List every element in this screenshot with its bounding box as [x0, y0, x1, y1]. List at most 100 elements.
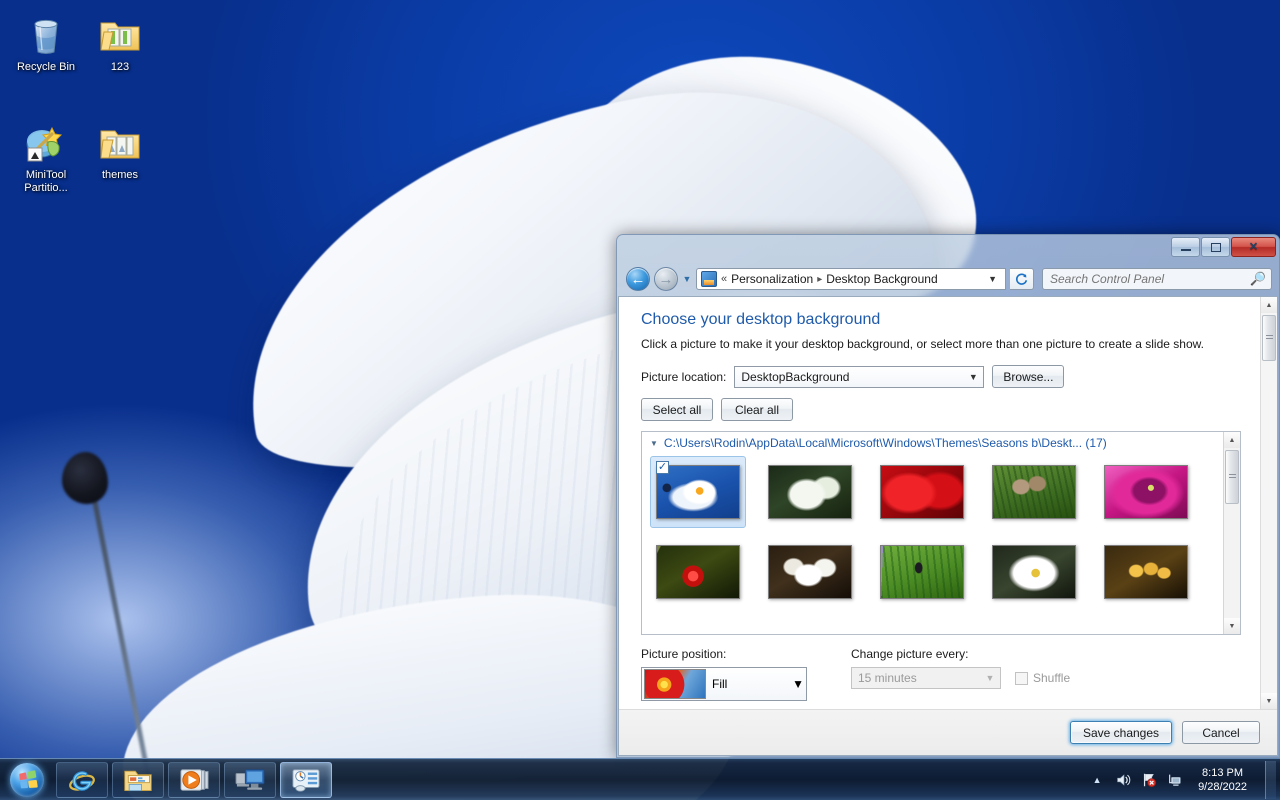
- breadcrumb-overflow[interactable]: «: [721, 273, 727, 285]
- browse-button[interactable]: Browse...: [992, 365, 1065, 388]
- desktop-icon-recycle-bin[interactable]: Recycle Bin: [8, 10, 84, 74]
- recent-pages-button[interactable]: ▼: [682, 274, 692, 284]
- refresh-icon: [1015, 273, 1028, 285]
- folder-icon: [96, 118, 144, 166]
- thumbnail-item-white-lily-dark[interactable]: [762, 456, 858, 528]
- forward-button[interactable]: →: [654, 267, 678, 291]
- thumbnail-image: [768, 545, 852, 599]
- search-input[interactable]: [1048, 271, 1250, 287]
- volume-icon[interactable]: [1114, 771, 1132, 789]
- desktop-icon-label: Recycle Bin: [16, 61, 76, 73]
- desktop-icon-123[interactable]: 123: [82, 10, 158, 74]
- personalization-icon: [701, 271, 717, 287]
- window-scrollbar-thumb[interactable]: [1262, 315, 1276, 361]
- desktop-icon-label: themes: [101, 169, 139, 181]
- control-panel-window[interactable]: ✕ ← → ▼ « Personalization ▸ Desktop Back…: [616, 234, 1280, 758]
- desktop-icon-minitool-partition[interactable]: MiniTool Partitio...: [8, 118, 84, 195]
- thumbnail-item-white-anemone-blue-sky[interactable]: ✓: [650, 456, 746, 528]
- thumbnail-image: [768, 465, 852, 519]
- page-description: Click a picture to make it your desktop …: [641, 337, 1204, 351]
- breadcrumb-item-personalization[interactable]: Personalization: [731, 272, 813, 286]
- remote-desktop-icon: [235, 768, 265, 790]
- back-button[interactable]: ←: [626, 267, 650, 291]
- chevron-down-icon[interactable]: ▼: [984, 274, 1001, 284]
- taskbar-button-windows-media-player[interactable]: [168, 761, 220, 798]
- window-scroll-down-button[interactable]: ▼: [1261, 693, 1277, 709]
- picture-position-label: Picture position:: [641, 647, 727, 661]
- minimize-button[interactable]: [1171, 237, 1200, 257]
- start-button[interactable]: [2, 761, 52, 799]
- group-header[interactable]: ▼ C:\Users\Rodin\AppData\Local\Microsoft…: [642, 432, 1240, 452]
- scroll-up-button[interactable]: ▲: [1224, 432, 1240, 448]
- chevron-down-icon: ▼: [792, 677, 804, 691]
- breadcrumb-item-desktop-background[interactable]: Desktop Background: [826, 272, 937, 286]
- cancel-button[interactable]: Cancel: [1182, 721, 1260, 744]
- scrollbar-thumb[interactable]: [1225, 450, 1239, 504]
- save-changes-button[interactable]: Save changes: [1070, 721, 1172, 744]
- thumbnail-item-red-flower-closeup[interactable]: [874, 456, 970, 528]
- network-icon[interactable]: [1166, 771, 1184, 789]
- desktop-icon-label: MiniTool Partitio...: [24, 169, 68, 194]
- thumbnail-image: [880, 545, 964, 599]
- thumbnail-scrollbar[interactable]: ▲ ▼: [1223, 432, 1240, 634]
- windows-media-player-icon: [180, 768, 209, 791]
- window-scroll-up-button[interactable]: ▲: [1261, 297, 1277, 313]
- desktop-icon-themes[interactable]: themes: [82, 118, 158, 182]
- shuffle-checkbox-row[interactable]: Shuffle: [1015, 671, 1070, 685]
- thumbnail-item-golden-mushrooms[interactable]: [1098, 536, 1194, 608]
- shuffle-label: Shuffle: [1033, 671, 1071, 685]
- group-path-label: C:\Users\Rodin\AppData\Local\Microsoft\W…: [663, 436, 1107, 450]
- thumbnail-image: [1104, 465, 1188, 519]
- breadcrumb-separator[interactable]: ▸: [817, 274, 822, 285]
- change-picture-label: Change picture every:: [851, 647, 969, 661]
- control-panel-icon: [292, 768, 320, 792]
- search-box[interactable]: 🔍: [1042, 268, 1272, 290]
- clear-all-button[interactable]: Clear all: [721, 398, 793, 421]
- thumbnail-grid[interactable]: ✓: [642, 452, 1240, 634]
- action-center-icon[interactable]: [1140, 771, 1158, 789]
- clock[interactable]: 8:13 PM 9/28/2022: [1192, 766, 1253, 794]
- picture-position-preview-icon: [644, 669, 706, 699]
- show-hidden-icons-button[interactable]: ▲: [1088, 771, 1106, 789]
- thumbnail-item-magenta-dahlia[interactable]: [1098, 456, 1194, 528]
- command-bar: Save changes Cancel: [619, 709, 1277, 755]
- thumbnail-item-white-blossom-cluster[interactable]: [762, 536, 858, 608]
- select-all-button[interactable]: Select all: [641, 398, 713, 421]
- show-desktop-button[interactable]: [1265, 760, 1276, 799]
- close-button[interactable]: ✕: [1231, 237, 1276, 257]
- taskbar-button-remote-desktop[interactable]: [224, 761, 276, 798]
- window-scrollbar[interactable]: ▲ ▼: [1260, 297, 1277, 709]
- taskbar-button-windows-explorer[interactable]: [112, 761, 164, 798]
- settings-scroll-area: Choose your desktop background Click a p…: [619, 297, 1277, 709]
- thumbnail-list-panel[interactable]: ▼ C:\Users\Rodin\AppData\Local\Microsoft…: [641, 431, 1241, 635]
- picture-location-dropdown[interactable]: DesktopBackground ▼: [734, 365, 985, 388]
- picture-location-value: DesktopBackground: [741, 369, 850, 384]
- taskbar-button-internet-explorer[interactable]: [56, 761, 108, 798]
- minimize-icon: [1180, 249, 1191, 251]
- shuffle-checkbox[interactable]: [1015, 671, 1028, 685]
- maximize-button[interactable]: [1201, 237, 1230, 257]
- windows-explorer-icon: [124, 770, 152, 791]
- thumbnail-checkbox[interactable]: ✓: [656, 461, 669, 474]
- thumbnail-image: [992, 545, 1076, 599]
- start-orb-icon: [10, 762, 44, 797]
- taskbar[interactable]: ▲ 8:13 PM 9/28/2022: [0, 758, 1280, 800]
- change-picture-interval-dropdown[interactable]: 15 minutes ▼: [851, 667, 1001, 689]
- picture-position-dropdown[interactable]: Fill ▼: [641, 667, 807, 701]
- window-title-bar[interactable]: ✕: [616, 234, 1280, 262]
- breadcrumb[interactable]: « Personalization ▸ Desktop Background ▼: [696, 268, 1006, 290]
- folder-icon: [96, 10, 144, 58]
- collapse-triangle-icon[interactable]: ▼: [650, 439, 658, 448]
- thumbnail-item-white-anemone-dark[interactable]: [986, 536, 1082, 608]
- windows-logo-icon: [18, 769, 38, 788]
- minitool-partition-wizard-icon: [22, 118, 70, 166]
- refresh-button[interactable]: [1010, 268, 1034, 290]
- thumbnail-item-bee-on-lavender[interactable]: [874, 536, 970, 608]
- scroll-down-button[interactable]: ▼: [1224, 618, 1240, 634]
- picture-location-row: Picture location: DesktopBackground ▼ Br…: [641, 365, 1277, 388]
- chevron-down-icon: ▼: [968, 371, 978, 382]
- clock-date: 9/28/2022: [1198, 780, 1247, 793]
- taskbar-button-control-panel[interactable]: [280, 761, 332, 798]
- thumbnail-item-poppies-in-grass[interactable]: [986, 456, 1082, 528]
- thumbnail-item-red-berry-dark[interactable]: [650, 536, 746, 608]
